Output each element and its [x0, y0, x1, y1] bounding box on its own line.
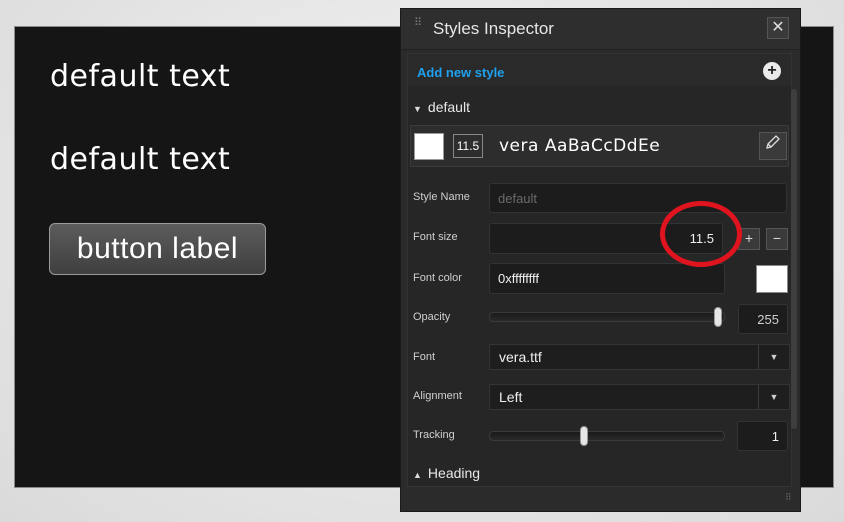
chevron-down-icon[interactable]: ▼ — [758, 385, 789, 409]
tracking-label: Tracking — [413, 429, 455, 441]
drag-grip-icon[interactable]: ⠿ — [414, 18, 424, 37]
expand-arrow-icon: ▲ — [413, 470, 422, 480]
tracking-slider-thumb[interactable] — [580, 426, 588, 446]
add-style-row: Add new style + — [408, 54, 791, 86]
close-button[interactable]: ✕ — [767, 17, 789, 39]
section-heading-label: Heading — [427, 465, 481, 481]
alignment-select-value: Left — [499, 389, 523, 405]
chevron-down-icon[interactable]: ▼ — [758, 345, 789, 369]
style-font-preview: vera AaBaCcDdEe — [499, 136, 661, 156]
style-color-swatch — [414, 133, 444, 160]
preview-button[interactable]: button label — [49, 223, 266, 275]
add-new-style-link[interactable]: Add new style — [417, 65, 504, 80]
font-select[interactable]: vera.ttf ▼ — [489, 344, 790, 370]
section-default-label: default — [427, 99, 470, 115]
font-label: Font — [413, 351, 436, 363]
preview-default-text-2: default text — [50, 142, 231, 177]
font-size-increment-button[interactable]: + — [738, 228, 760, 250]
font-color-input[interactable] — [489, 263, 725, 294]
opacity-input[interactable] — [738, 304, 788, 334]
panel-titlebar[interactable]: ⠿ Styles Inspector ✕ — [401, 9, 800, 50]
font-select-value: vera.ttf — [499, 349, 542, 365]
alignment-select[interactable]: Left ▼ — [489, 384, 790, 410]
panel-content: Add new style + ▼ default 11.5 vera AaBaC… — [407, 53, 792, 487]
font-size-input[interactable] — [489, 223, 723, 254]
font-color-swatch[interactable] — [756, 265, 788, 293]
section-default-header[interactable]: ▼ default — [413, 99, 470, 115]
styles-inspector-panel: ⠿ Styles Inspector ✕ Add new style + ▼ de… — [400, 8, 801, 512]
panel-scrollbar[interactable] — [791, 89, 797, 429]
style-name-input[interactable] — [489, 183, 787, 213]
alignment-label: Alignment — [413, 390, 462, 402]
font-size-decrement-button[interactable]: − — [766, 228, 788, 250]
add-style-plus-icon[interactable]: + — [763, 62, 781, 80]
style-size-badge: 11.5 — [453, 134, 483, 158]
font-size-label: Font size — [413, 231, 458, 243]
opacity-slider-thumb[interactable] — [714, 307, 722, 327]
panel-title: Styles Inspector — [433, 19, 554, 38]
opacity-slider[interactable] — [489, 307, 725, 327]
pencil-icon-svg — [766, 135, 780, 149]
style-card-default[interactable]: 11.5 vera AaBaCcDdEe — [410, 125, 789, 167]
tracking-input[interactable] — [737, 421, 788, 451]
preview-default-text-1: default text — [50, 59, 231, 94]
tracking-slider[interactable] — [489, 426, 725, 446]
resize-grip-icon[interactable]: ⠿ — [785, 493, 797, 507]
section-heading-header[interactable]: ▲ Heading — [413, 465, 480, 481]
collapse-arrow-icon: ▼ — [413, 104, 422, 114]
style-name-label: Style Name — [413, 191, 470, 203]
pencil-icon[interactable] — [759, 132, 787, 160]
font-color-label: Font color — [413, 272, 462, 284]
opacity-label: Opacity — [413, 311, 451, 323]
